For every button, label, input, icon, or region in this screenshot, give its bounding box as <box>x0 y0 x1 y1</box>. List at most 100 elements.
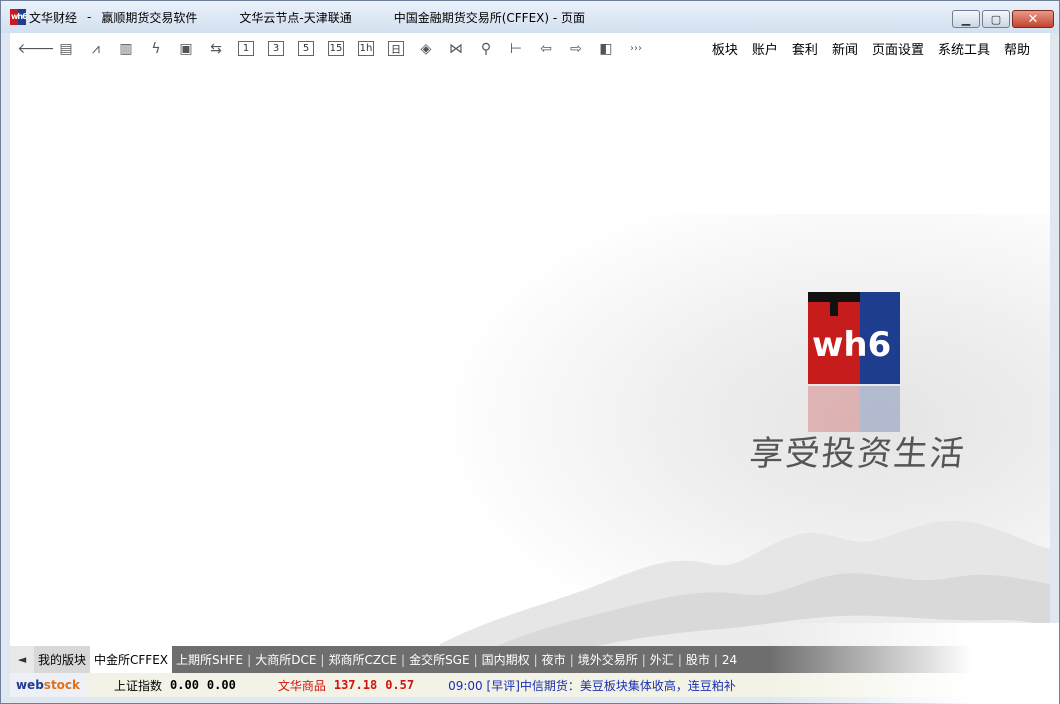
quote-list-icon: ▤ <box>59 40 73 57</box>
index-value: 137.18 <box>333 678 378 692</box>
switch-icon: ⇆ <box>210 40 222 57</box>
menu-page-settings[interactable]: 页面设置 <box>872 39 924 58</box>
back-button[interactable]: 🡐 <box>17 38 55 60</box>
quote-list-button[interactable]: ▤ <box>51 38 81 60</box>
tab-stocks[interactable]: 股市 <box>682 646 714 673</box>
tab-sge[interactable]: 金交所SGE <box>405 646 474 673</box>
back-arrow-icon: 🡐 <box>17 41 55 57</box>
period-3min-button[interactable]: 3 <box>261 38 291 60</box>
index-value: 0.00 <box>170 678 199 692</box>
index-change: 0.00 <box>206 678 236 692</box>
period-1min-button[interactable]: 1 <box>231 38 261 60</box>
save-icon: ▣ <box>179 40 193 57</box>
index-name: 上证指数 <box>114 678 163 693</box>
panel-icon: ◧ <box>599 40 613 57</box>
toolbar: 🡐 ▤ ⩘ ▥ ϟ ▣ ⇆ 1 3 5 15 1h 日 ◈ ⋈ ⚲ ⊢ ⇦ ⇨ … <box>10 33 1050 64</box>
tick-chart-icon: ◈ <box>420 40 432 57</box>
fit-width-button[interactable]: ⊢ <box>501 38 531 60</box>
menu-arbitrage[interactable]: 套利 <box>792 39 818 58</box>
title-app-name: 文华财经 <box>29 10 78 25</box>
tab-domestic-options[interactable]: 国内期权 <box>478 646 534 673</box>
window-controls: ▁ ▢ ✕ <box>952 10 1054 28</box>
page-left-button[interactable]: ⇦ <box>531 38 561 60</box>
minimize-icon: ▁ <box>961 12 971 26</box>
fit-width-icon: ⊢ <box>509 40 523 57</box>
status-bar: web stock 上证指数 0.00 0.00 文华商品 137.18 0.57… <box>10 673 1050 697</box>
period-1h-button[interactable]: 1h <box>351 38 381 60</box>
tab-night-market[interactable]: 夜市 <box>538 646 570 673</box>
menu-system-tools[interactable]: 系统工具 <box>938 39 990 58</box>
exchange-tab-bar: ◄ 我的版块 中金所CFFEX 上期所SHFE | 大商所DCE | 郑商所CZ… <box>10 646 1050 673</box>
candlestick-icon: ▥ <box>119 40 133 57</box>
save-button[interactable]: ▣ <box>171 38 201 60</box>
search-icon: ⚲ <box>480 40 492 57</box>
maximize-icon: ▢ <box>990 12 1002 26</box>
wh6-logo-text: wh6 <box>812 325 891 365</box>
tick-chart-button[interactable]: ◈ <box>411 38 441 60</box>
maximize-button[interactable]: ▢ <box>982 10 1010 28</box>
period-label: 15 <box>327 41 345 56</box>
candlestick-button[interactable]: ▥ <box>111 38 141 60</box>
wh6-logo: wh6 <box>808 292 900 384</box>
webstock-logo-web: web <box>15 678 44 692</box>
slogan-text: 享受投资生活 <box>747 434 968 474</box>
close-button[interactable]: ✕ <box>1012 10 1054 28</box>
compare-button[interactable]: ⋈ <box>441 38 471 60</box>
period-day-button[interactable]: 日 <box>381 38 411 60</box>
lightning-button[interactable]: ϟ <box>141 38 171 60</box>
title-page: 中国金融期货交易所(CFFEX) - 页面 <box>393 10 586 25</box>
period-label: 1h <box>357 41 375 56</box>
tab-czce[interactable]: 郑商所CZCE <box>324 646 401 673</box>
index-wenhua-commodity[interactable]: 文华商品 137.18 0.57 <box>278 677 414 694</box>
toolbar-icons: 🡐 ▤ ⩘ ▥ ϟ ▣ ⇆ 1 3 5 15 1h 日 ◈ ⋈ ⚲ ⊢ ⇦ ⇨ … <box>17 38 651 60</box>
menu-account[interactable]: 账户 <box>752 39 778 58</box>
mountains-illustration <box>440 520 1050 646</box>
period-label: 日 <box>388 41 404 56</box>
index-change: 0.57 <box>385 678 415 692</box>
period-15min-button[interactable]: 15 <box>321 38 351 60</box>
page-right-button[interactable]: ⇨ <box>561 38 591 60</box>
period-label: 5 <box>298 41 314 56</box>
chevron-left-icon: ◄ <box>17 653 27 666</box>
menu-news[interactable]: 新闻 <box>832 39 858 58</box>
app-logo-icon: wh6 <box>10 9 26 25</box>
compare-icon: ⋈ <box>449 40 463 57</box>
more-button[interactable]: ››› <box>621 38 651 60</box>
page-left-icon: ⇦ <box>540 40 552 57</box>
close-icon: ✕ <box>1027 11 1039 27</box>
menu-sector[interactable]: 板块 <box>712 39 738 58</box>
tab-24h[interactable]: 24 <box>718 646 741 673</box>
title-product: 赢顺期货交易软件 <box>101 10 198 25</box>
tab-dce[interactable]: 大商所DCE <box>251 646 320 673</box>
title-bar[interactable]: wh6 文华财经 - 赢顺期货交易软件 文华云节点-天津联通 中国金融期货交易所… <box>1 1 1059 33</box>
period-label: 3 <box>268 41 284 56</box>
lightning-icon: ϟ <box>151 40 161 57</box>
index-shanghai[interactable]: 上证指数 0.00 0.00 <box>114 677 236 694</box>
news-ticker[interactable]: 09:00 [早评]中信期货：美豆板块集体收高，连豆粕补 <box>448 677 736 694</box>
search-button[interactable]: ⚲ <box>471 38 501 60</box>
tab-cffex[interactable]: 中金所CFFEX <box>90 646 173 673</box>
webstock-logo-stock: stock <box>43 678 81 692</box>
menu-bar: 板块 账户 套利 新闻 页面设置 系统工具 帮助 <box>698 33 1030 64</box>
main-content: wh6 享受投资生活 <box>10 64 1050 646</box>
period-label: 1 <box>238 41 254 56</box>
app-window: wh6 文华财经 - 赢顺期货交易软件 文华云节点-天津联通 中国金融期货交易所… <box>0 0 1060 704</box>
tab-shfe[interactable]: 上期所SHFE <box>172 646 247 673</box>
tab-overseas-exchanges[interactable]: 境外交易所 <box>574 646 642 673</box>
switch-button[interactable]: ⇆ <box>201 38 231 60</box>
period-5min-button[interactable]: 5 <box>291 38 321 60</box>
panel-button[interactable]: ◧ <box>591 38 621 60</box>
menu-help[interactable]: 帮助 <box>1004 39 1030 58</box>
webstock-logo[interactable]: web stock <box>10 673 86 697</box>
index-name: 文华商品 <box>277 678 326 693</box>
tab-forex[interactable]: 外汇 <box>646 646 678 673</box>
title-separator: - <box>87 10 92 24</box>
line-chart-button[interactable]: ⩘ <box>81 38 111 60</box>
minimize-button[interactable]: ▁ <box>952 10 980 28</box>
tab-scroll-left-button[interactable]: ◄ <box>10 646 34 673</box>
tab-my-sectors[interactable]: 我的版块 <box>34 646 91 673</box>
title-server-node: 文华云节点-天津联通 <box>239 10 352 25</box>
more-icon: ››› <box>630 43 642 54</box>
line-chart-icon: ⩘ <box>92 40 100 57</box>
page-right-icon: ⇨ <box>570 40 582 57</box>
